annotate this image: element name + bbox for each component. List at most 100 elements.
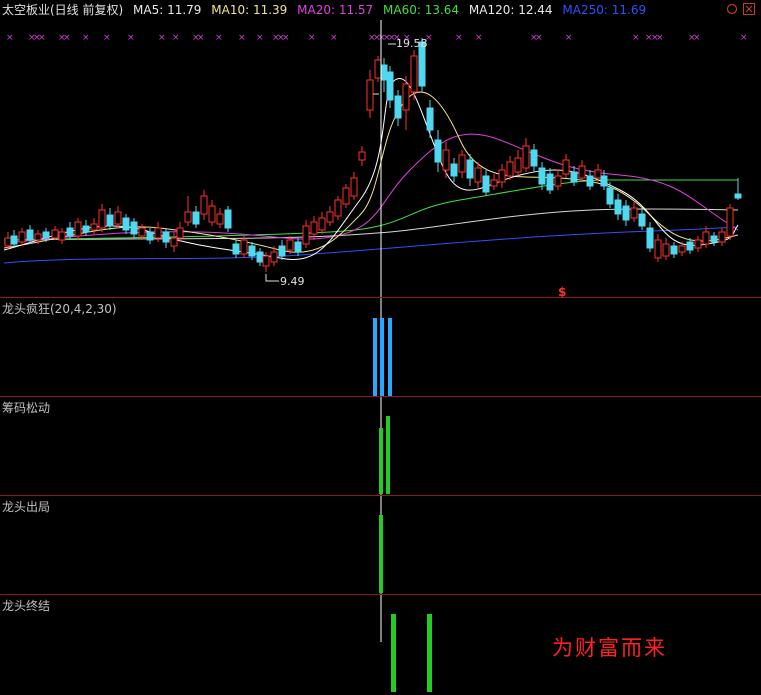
candle-body	[482, 175, 490, 193]
candle-body	[546, 173, 554, 191]
candle-body	[286, 239, 294, 251]
candle-body	[176, 227, 184, 239]
signal-bar-green	[379, 515, 383, 593]
ma20-line	[3, 133, 739, 244]
x-marker: ×	[740, 33, 748, 43]
candle-body	[718, 231, 726, 243]
x-marker: ×	[475, 33, 483, 43]
candle-body	[51, 229, 59, 239]
x-marker: ×	[238, 33, 246, 43]
candle-body	[240, 239, 248, 255]
candle-body	[270, 251, 278, 263]
candle-body	[638, 213, 646, 227]
kline-chart-canvas[interactable]: × ××× ×× × × × × × ×× × × × ××× × × ×××××× × × × × ×× × × ××× ××…	[0, 0, 761, 695]
candle-body	[702, 231, 710, 245]
panel-title-chouma-songdong: 筹码松动	[2, 401, 51, 415]
candle-body	[474, 167, 482, 183]
candle-body	[434, 139, 442, 163]
candle-body	[562, 159, 570, 175]
candle-body	[490, 179, 498, 187]
candle-body	[358, 151, 366, 161]
candle-body	[130, 221, 138, 235]
candle-body	[686, 241, 694, 251]
candle-body	[350, 177, 358, 197]
candle-body	[458, 154, 466, 173]
panel-divider	[0, 396, 761, 397]
signal-bar-blue	[388, 318, 392, 396]
candle-body	[18, 231, 26, 243]
signal-bar-blue	[373, 318, 377, 396]
candle-body	[426, 107, 434, 131]
candle-body	[538, 167, 546, 185]
signal-bar-green	[391, 614, 396, 692]
x-marker: ×	[197, 33, 205, 43]
x-marker: ×	[82, 33, 90, 43]
candle-body	[514, 157, 522, 173]
candle-body	[386, 71, 394, 101]
candle-body	[208, 205, 216, 223]
candle-body	[138, 227, 146, 237]
candle-body	[554, 175, 562, 187]
candle-body	[606, 187, 614, 205]
candle-body	[58, 231, 66, 241]
signal-bar-green	[386, 416, 390, 494]
x-marker: ×	[656, 33, 664, 43]
x-marker: ×	[535, 33, 543, 43]
candle-body	[26, 229, 34, 241]
candle-body	[66, 227, 74, 237]
panel-divider	[0, 297, 761, 298]
ma250-line	[3, 226, 739, 264]
candle-body	[302, 225, 310, 245]
candle-body	[184, 211, 192, 223]
candle-body	[114, 211, 122, 225]
candle-body	[342, 187, 350, 205]
candle-body	[146, 231, 154, 241]
signal-bar-green	[427, 614, 432, 692]
high-price-label: 19.58	[396, 37, 428, 50]
x-marker: ×	[282, 33, 290, 43]
candle-body	[726, 207, 734, 237]
candle-body	[74, 221, 82, 237]
panel-title-longtou-zhongjie: 龙头终结	[2, 599, 51, 613]
x-marker: ×	[330, 33, 338, 43]
candle-body	[256, 251, 264, 263]
candle-body	[278, 245, 286, 257]
candle-body	[570, 171, 578, 183]
candle-body	[394, 95, 402, 119]
candle-body	[594, 169, 602, 179]
panel-title-longtou-chuju: 龙头出局	[2, 500, 51, 514]
panel-title-longtou-fengkuang: 龙头疯狂(20,4,2,30)	[2, 302, 117, 316]
candle-body	[326, 211, 334, 223]
candle-body	[294, 241, 302, 253]
candle-body	[630, 207, 638, 219]
candle-body	[200, 195, 208, 215]
candle-body	[154, 227, 162, 239]
candle-body	[498, 169, 506, 183]
candle-body	[586, 175, 594, 187]
candle-body	[442, 149, 450, 171]
x-marker: ×	[172, 33, 180, 43]
panel-divider	[0, 594, 761, 595]
candle-body	[380, 64, 388, 81]
candle-body	[192, 211, 200, 225]
low-leader-line	[265, 274, 279, 282]
candle-body	[522, 145, 530, 169]
slogan-text: 为财富而来	[552, 636, 667, 660]
candle-body	[4, 237, 12, 247]
candle-body	[402, 83, 410, 111]
candle-body	[310, 221, 318, 235]
candle-body	[710, 235, 718, 243]
candle-body	[82, 225, 90, 233]
x-marker: ×	[308, 33, 316, 43]
x-marker: ×	[158, 33, 166, 43]
candle-body	[450, 163, 458, 177]
candle-body	[170, 237, 178, 247]
x-marker: ×	[693, 33, 701, 43]
candle-body	[262, 255, 270, 267]
candle-body	[122, 217, 130, 231]
candle-body	[106, 214, 114, 227]
candle-body	[670, 245, 678, 255]
candle-body	[248, 245, 256, 257]
candle-body	[662, 243, 670, 257]
signal-bar-green	[379, 428, 383, 494]
